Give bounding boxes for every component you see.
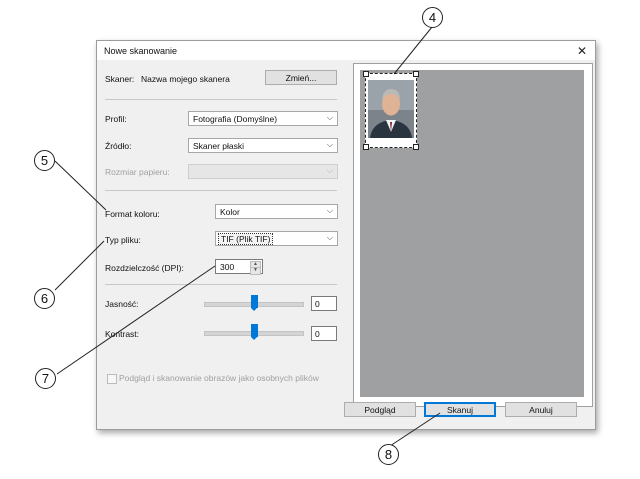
brightness-input[interactable]: 0	[311, 296, 337, 311]
chevron-down-icon: ⌵	[326, 206, 333, 215]
profile-label: Profil:	[105, 114, 127, 124]
callout-5: 5	[34, 150, 55, 171]
separate-files-checkbox[interactable]	[107, 374, 117, 384]
paper-size-select: ⌵	[188, 164, 338, 179]
profile-value: Fotografia (Domyślne)	[193, 114, 278, 124]
resolution-spinbox[interactable]: 300 ▲ ▼	[215, 259, 263, 275]
preview-button-label: Podgląd	[364, 404, 396, 415]
file-type-label: Typ pliku:	[105, 235, 141, 245]
crop-selection[interactable]	[363, 71, 419, 150]
profile-select[interactable]: Fotografia (Domyślne) ⌵	[188, 111, 338, 126]
spin-down-icon[interactable]: ▼	[250, 267, 261, 275]
callout-4: 4	[422, 7, 443, 28]
file-type-value: TIF (Plik TIF)	[217, 233, 274, 245]
chevron-down-icon: ⌵	[326, 166, 333, 175]
color-format-value: Kolor	[220, 207, 240, 217]
crop-handle[interactable]	[413, 144, 419, 150]
separator	[105, 284, 337, 285]
change-scanner-button[interactable]: Zmień...	[265, 70, 337, 85]
chevron-down-icon: ⌵	[326, 113, 333, 122]
separator	[105, 99, 337, 100]
contrast-input[interactable]: 0	[311, 326, 337, 341]
source-label: Źródło:	[105, 141, 132, 151]
callout-8: 8	[378, 444, 399, 465]
preview-button[interactable]: Podgląd	[344, 402, 416, 417]
crop-handle[interactable]	[363, 71, 369, 77]
crop-handle[interactable]	[413, 71, 419, 77]
crop-handle[interactable]	[363, 144, 369, 150]
source-value: Skaner płaski	[193, 141, 245, 151]
separator	[105, 190, 337, 191]
title-bar: Nowe skanowanie ✕	[97, 41, 595, 60]
separate-files-label: Podgląd i skanowanie obrazów jako osobny…	[119, 373, 319, 383]
file-type-select[interactable]: TIF (Plik TIF) ⌵	[215, 231, 338, 246]
change-scanner-label: Zmień...	[285, 72, 317, 83]
paper-size-label: Rozmiar papieru:	[105, 167, 170, 177]
scan-button-label: Skanuj	[447, 404, 473, 415]
preview-pane	[353, 63, 593, 407]
contrast-label: Kontrast:	[105, 329, 140, 339]
resolution-label: Rozdzielczość (DPI):	[105, 263, 184, 273]
close-icon[interactable]: ✕	[577, 44, 587, 58]
source-select[interactable]: Skaner płaski ⌵	[188, 138, 338, 153]
chevron-down-icon: ⌵	[326, 233, 333, 242]
resolution-value: 300	[220, 262, 235, 272]
preview-area	[360, 70, 584, 397]
chevron-down-icon: ⌵	[326, 140, 333, 149]
callout-6: 6	[34, 288, 55, 309]
cancel-button-label: Anuluj	[529, 404, 553, 415]
scanner-name: Nazwa mojego skanera	[141, 74, 230, 84]
scan-button[interactable]: Skanuj	[424, 402, 496, 417]
cancel-button[interactable]: Anuluj	[505, 402, 577, 417]
scan-dialog: Nowe skanowanie ✕ Skaner: Nazwa mojego s…	[96, 40, 596, 430]
brightness-slider-thumb[interactable]	[251, 295, 258, 311]
scanner-label: Skaner:	[105, 74, 135, 84]
brightness-label: Jasność:	[105, 299, 139, 309]
color-format-label: Format koloru:	[105, 209, 160, 219]
color-format-select[interactable]: Kolor ⌵	[215, 204, 338, 219]
contrast-slider-thumb[interactable]	[251, 324, 258, 340]
portrait-photo-icon	[368, 80, 414, 138]
dialog-title: Nowe skanowanie	[104, 46, 178, 56]
callout-7: 7	[35, 368, 56, 389]
